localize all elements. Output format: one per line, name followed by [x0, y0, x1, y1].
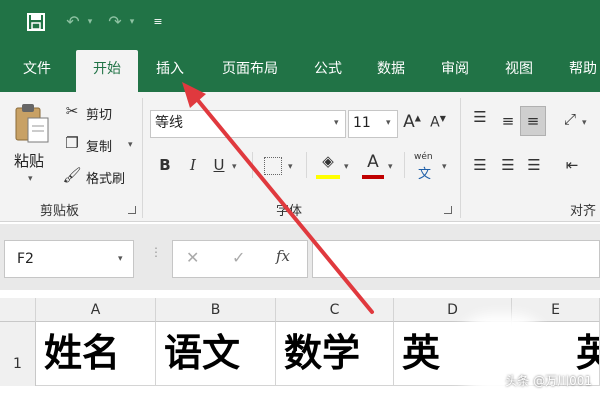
annotation-arrow-icon [182, 82, 374, 314]
watermark-text: 头条 @万川001 [505, 374, 592, 388]
